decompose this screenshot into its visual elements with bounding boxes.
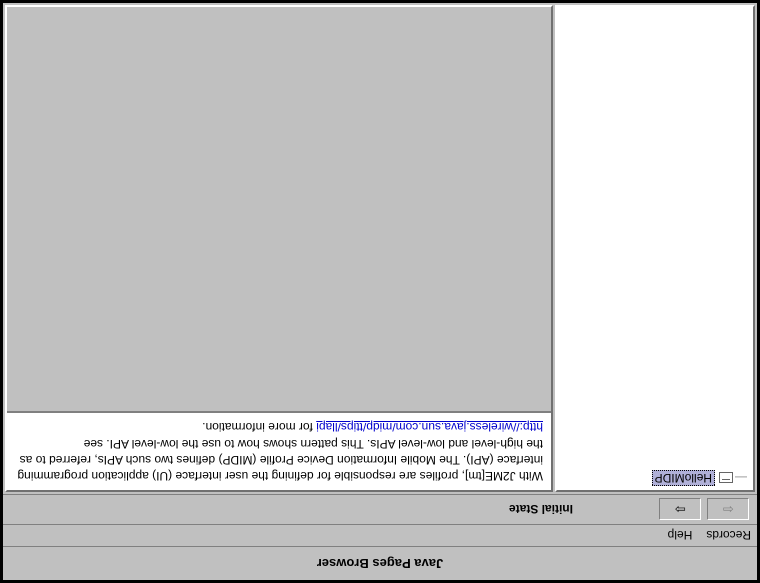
description-text: With J2ME[tm], profiles are responsible … [7,411,551,490]
detail-panel: With J2ME[tm], profiles are responsible … [5,5,553,492]
content-area: — HelloMIDP With J2ME[tm], profiles are … [3,3,757,494]
menu-help[interactable]: Help [668,529,693,543]
tree-item[interactable]: — HelloMIDP [563,470,747,486]
preview-area [7,7,551,411]
menu-bar: Records Help [3,524,757,546]
arrow-left-icon: ⇦ [723,503,734,516]
tree-panel[interactable]: — HelloMIDP [555,5,755,492]
description-before: With J2ME[tm], profiles are responsible … [17,437,543,483]
tree-item-label[interactable]: HelloMIDP [652,470,715,486]
forward-button[interactable]: ⇨ [659,499,701,521]
description-link[interactable]: http://wireless.java.sun.com/midp/ttips/… [316,420,543,434]
status-label: Initial State [509,503,573,517]
app-window: Java Pages Browser Records Help ⇦ ⇨ Init… [0,0,760,583]
back-button[interactable]: ⇦ [707,499,749,521]
toolbar: ⇦ ⇨ Initial State [3,494,757,524]
window-title: Java Pages Browser [317,556,443,571]
tree-connector-icon: — [737,471,747,485]
arrow-right-icon: ⇨ [675,503,686,516]
title-bar: Java Pages Browser [3,546,757,580]
document-icon [719,473,733,484]
menu-records[interactable]: Records [706,529,751,543]
description-after: for more information. [202,420,316,434]
